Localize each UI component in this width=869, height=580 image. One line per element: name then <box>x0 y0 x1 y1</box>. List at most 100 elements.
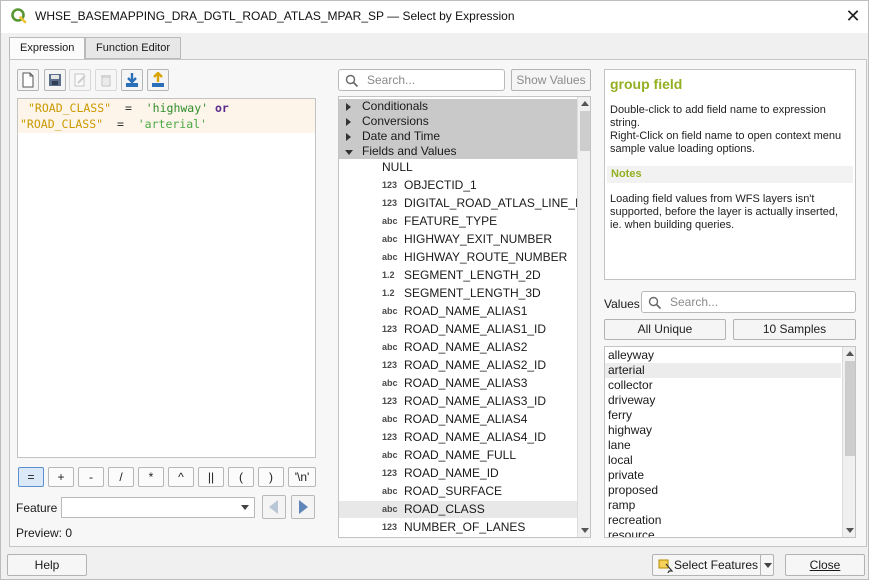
next-feature-button[interactable] <box>291 495 315 519</box>
scrollbar-thumb[interactable] <box>845 361 855 456</box>
field-item[interactable]: 123 ROAD_NAME_ALIAS3_ID <box>339 393 577 410</box>
all-unique-button[interactable]: All Unique <box>604 319 726 340</box>
value-item[interactable]: recreation <box>605 513 841 528</box>
field-item[interactable]: NULL <box>339 159 577 176</box>
tree-group-date-and-time[interactable]: Date and Time <box>339 129 577 144</box>
field-item[interactable]: 123 ROAD_NAME_ALIAS2_ID <box>339 357 577 374</box>
field-type-icon: 123 <box>382 432 398 442</box>
value-item[interactable]: ferry <box>605 408 841 423</box>
edit-expression-button[interactable] <box>69 69 91 91</box>
expression-editor[interactable]: "ROAD_CLASS" = 'highway' or "ROAD_CLASS"… <box>17 98 316 458</box>
field-item[interactable]: 123 OBJECTID_1 <box>339 177 577 194</box>
operator-divide-button[interactable]: / <box>108 467 134 487</box>
delete-expression-button[interactable] <box>95 69 117 91</box>
value-item[interactable]: highway <box>605 423 841 438</box>
search-icon <box>345 74 359 88</box>
field-item[interactable]: 1.2 SEGMENT_LENGTH_3D <box>339 285 577 302</box>
field-name: ROAD_NAME_ALIAS4 <box>404 412 528 426</box>
values-scrollbar[interactable] <box>842 347 855 537</box>
value-item[interactable]: driveway <box>605 393 841 408</box>
field-type-icon: abc <box>382 216 398 226</box>
value-item[interactable]: ramp <box>605 498 841 513</box>
field-item[interactable]: abc HIGHWAY_EXIT_NUMBER <box>339 231 577 248</box>
close-button[interactable]: Close <box>785 554 865 576</box>
field-item[interactable]: abc ROAD_NAME_ALIAS1 <box>339 303 577 320</box>
close-window-icon[interactable]: ✕ <box>843 6 863 26</box>
tab-expression[interactable]: Expression <box>9 37 86 60</box>
tree-scrollbar[interactable] <box>577 97 590 537</box>
scroll-down-icon[interactable] <box>581 528 589 533</box>
field-item[interactable]: abc HIGHWAY_ROUTE_NUMBER <box>339 249 577 266</box>
scrollbar-thumb[interactable] <box>580 111 590 151</box>
select-features-icon <box>658 559 674 573</box>
scroll-down-icon[interactable] <box>846 528 854 533</box>
scroll-up-icon[interactable] <box>846 351 854 356</box>
field-name: OBJECTID_1 <box>404 178 477 192</box>
expression-line-2: "ROAD_CLASS" = 'arterial' <box>20 117 207 131</box>
field-item[interactable]: abc ROAD_CLASS <box>339 501 577 518</box>
field-type-icon: 123 <box>382 180 398 190</box>
export-icon <box>152 72 164 87</box>
values-search-input[interactable] <box>668 294 839 310</box>
field-item[interactable]: 123 DIGITAL_ROAD_ATLAS_LINE_ID <box>339 195 587 212</box>
operator-concat-button[interactable]: || <box>198 467 224 487</box>
value-item[interactable]: proposed <box>605 483 841 498</box>
value-item[interactable]: collector <box>605 378 841 393</box>
field-item[interactable]: abc FEATURE_TYPE <box>339 213 577 230</box>
operator-plus-button[interactable]: + <box>48 467 74 487</box>
preview-result: Preview: 0 <box>16 526 73 540</box>
value-item[interactable]: local <box>605 453 841 468</box>
select-features-button[interactable]: Select Features <box>652 554 762 576</box>
operator-open-paren-button[interactable]: ( <box>228 467 254 487</box>
show-values-button[interactable]: Show Values <box>511 69 591 91</box>
previous-feature-button[interactable] <box>262 495 286 519</box>
operator-newline-button[interactable]: '\n' <box>288 467 316 487</box>
value-item[interactable]: arterial <box>605 363 841 378</box>
select-features-dropdown[interactable] <box>760 554 774 576</box>
field-item[interactable]: abc ROAD_NAME_FULL <box>339 447 577 464</box>
scroll-up-icon[interactable] <box>581 101 589 106</box>
function-search-input[interactable] <box>365 72 497 88</box>
chevron-down-icon <box>764 563 772 568</box>
field-item[interactable]: abc ROAD_SURFACE <box>339 483 577 500</box>
help-text-2: Right-Click on field name to open contex… <box>610 130 842 155</box>
field-item[interactable]: 123 NUMBER_OF_LANES <box>339 519 577 536</box>
import-expressions-button[interactable] <box>121 69 143 91</box>
save-icon <box>49 74 61 86</box>
tree-group-conditionals[interactable]: Conditionals <box>339 99 577 114</box>
field-item[interactable]: 1.2 SEGMENT_LENGTH_2D <box>339 267 577 284</box>
value-item[interactable]: private <box>605 468 841 483</box>
operator-equals-button[interactable]: = <box>18 467 44 487</box>
value-item[interactable]: alleyway <box>605 348 841 363</box>
field-type-icon: 123 <box>382 396 398 406</box>
operator-power-button[interactable]: ^ <box>168 467 194 487</box>
function-search-box[interactable] <box>338 69 505 91</box>
field-item[interactable]: abc ROAD_NAME_ALIAS2 <box>339 339 577 356</box>
feature-combobox[interactable] <box>61 497 255 518</box>
help-button[interactable]: Help <box>7 554 87 576</box>
operator-close-paren-button[interactable]: ) <box>258 467 284 487</box>
field-type-icon: abc <box>382 378 398 388</box>
field-type-icon: 1.2 <box>382 270 395 280</box>
export-expressions-button[interactable] <box>147 69 169 91</box>
field-item[interactable]: abc ROAD_NAME_ALIAS3 <box>339 375 577 392</box>
tree-group-fields-and-values[interactable]: Fields and Values <box>339 144 577 159</box>
field-item[interactable]: 123 ROAD_NAME_ALIAS1_ID <box>339 321 577 338</box>
save-expression-button[interactable] <box>44 69 66 91</box>
ten-samples-button[interactable]: 10 Samples <box>733 319 856 340</box>
field-item[interactable]: 123 ROAD_NAME_ALIAS4_ID <box>339 429 577 446</box>
value-item[interactable]: lane <box>605 438 841 453</box>
operator-multiply-button[interactable]: * <box>138 467 164 487</box>
new-expression-button[interactable] <box>17 69 39 91</box>
field-item[interactable]: abc ROAD_NAME_ALIAS4 <box>339 411 577 428</box>
help-title: group field <box>610 76 683 92</box>
tree-group-conversions[interactable]: Conversions <box>339 114 577 129</box>
field-name: NUMBER_OF_LANES <box>404 520 526 534</box>
value-item[interactable]: resource <box>605 528 841 537</box>
field-name: ROAD_NAME_ALIAS3_ID <box>404 394 547 408</box>
tab-function-editor[interactable]: Function Editor <box>85 37 181 59</box>
notes-text: Loading field values from WFS layers isn… <box>610 193 839 231</box>
field-item[interactable]: 123 ROAD_NAME_ID <box>339 465 577 482</box>
operator-minus-button[interactable]: - <box>78 467 104 487</box>
values-search-box[interactable] <box>641 291 856 313</box>
